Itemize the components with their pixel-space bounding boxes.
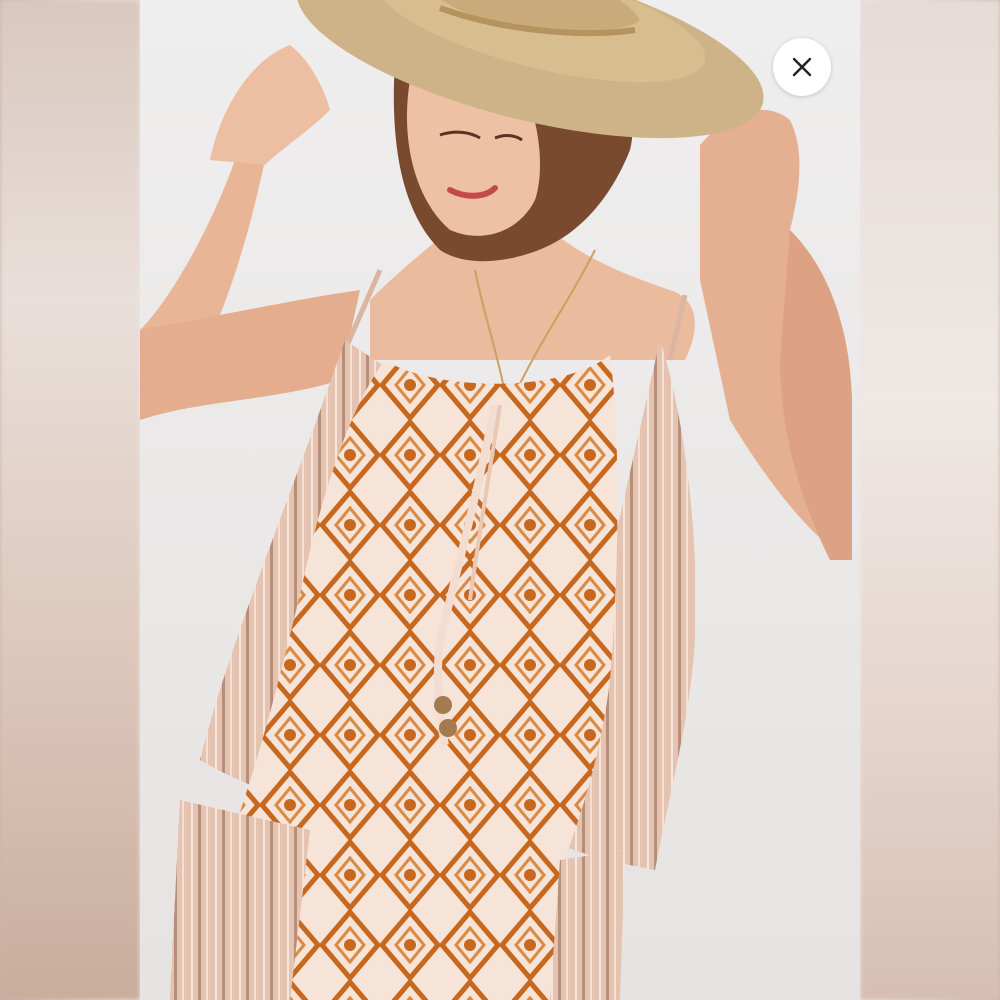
blurred-backdrop-right <box>860 0 1000 1000</box>
close-button[interactable] <box>773 38 831 96</box>
blurred-backdrop-left <box>0 0 140 1000</box>
image-viewer <box>0 0 1000 1000</box>
close-icon <box>792 57 812 77</box>
product-photo-illustration <box>140 0 860 1000</box>
product-photo <box>140 0 860 1000</box>
